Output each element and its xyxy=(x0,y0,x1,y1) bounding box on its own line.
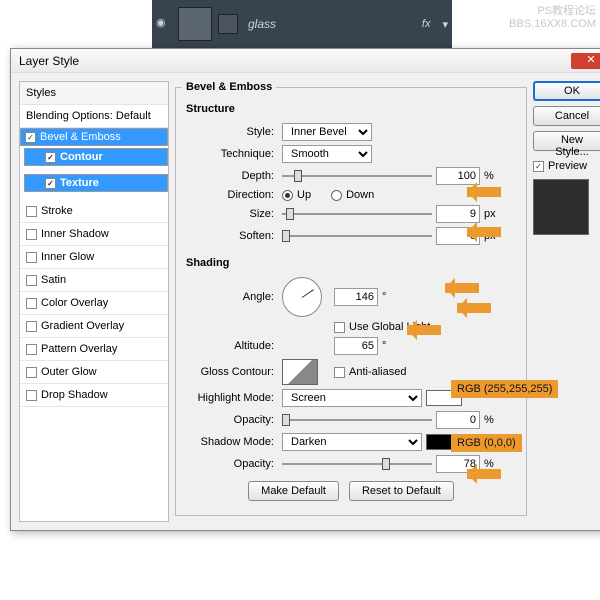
outer-glow-item[interactable]: Outer Glow xyxy=(20,361,168,384)
depth-slider[interactable] xyxy=(282,168,432,184)
technique-select[interactable]: Smooth xyxy=(282,145,372,163)
rgb-annotation: RGB (255,255,255) xyxy=(451,380,558,398)
highlight-mode-label: Highlight Mode: xyxy=(182,392,278,404)
direction-label: Direction: xyxy=(182,189,278,201)
shadow-opacity-label: Opacity: xyxy=(182,458,278,470)
gloss-contour-picker[interactable] xyxy=(282,359,318,385)
soften-input[interactable] xyxy=(436,227,480,245)
unit-px: px xyxy=(484,208,502,220)
technique-label: Technique: xyxy=(182,148,278,160)
color-overlay-item[interactable]: Color Overlay xyxy=(20,292,168,315)
highlight-mode-select[interactable]: Screen xyxy=(282,389,422,407)
unit-px: px xyxy=(484,230,502,242)
shadow-mode-label: Shadow Mode: xyxy=(182,436,278,448)
soften-slider[interactable] xyxy=(282,228,432,244)
shadow-opacity-input[interactable] xyxy=(436,455,480,473)
shading-heading: Shading xyxy=(186,257,520,269)
preview-swatch xyxy=(533,179,589,235)
size-input[interactable] xyxy=(436,205,480,223)
size-label: Size: xyxy=(182,208,278,220)
global-light-label: Use Global Light xyxy=(349,321,430,333)
shadow-mode-select[interactable]: Darken xyxy=(282,433,422,451)
drop-shadow-item[interactable]: Drop Shadow xyxy=(20,384,168,407)
altitude-input[interactable] xyxy=(334,337,378,355)
cancel-button[interactable]: Cancel xyxy=(533,106,600,126)
structure-heading: Structure xyxy=(186,103,520,115)
size-slider[interactable] xyxy=(282,206,432,222)
styles-header[interactable]: Styles xyxy=(20,82,168,105)
action-buttons: OK Cancel New Style... ✓ Preview xyxy=(533,81,600,522)
texture-item[interactable]: ✓Texture xyxy=(24,174,168,192)
checkbox-icon[interactable] xyxy=(26,206,37,217)
up-radio[interactable] xyxy=(282,190,293,201)
reset-default-button[interactable]: Reset to Default xyxy=(349,481,454,501)
checkbox-icon[interactable]: ✓ xyxy=(45,178,56,189)
depth-input[interactable] xyxy=(436,167,480,185)
checkbox-icon[interactable] xyxy=(26,298,37,309)
anti-aliased-checkbox[interactable] xyxy=(334,367,345,378)
bevel-legend: Bevel & Emboss xyxy=(182,81,276,93)
style-select[interactable]: Inner Bevel xyxy=(282,123,372,141)
altitude-label: Altitude: xyxy=(182,340,278,352)
checkbox-icon[interactable] xyxy=(26,229,37,240)
gradient-overlay-item[interactable]: Gradient Overlay xyxy=(20,315,168,338)
layer-panel-row: ◉ glass fx ▾ xyxy=(152,0,452,48)
inner-shadow-item[interactable]: Inner Shadow xyxy=(20,223,168,246)
layer-style-dialog: Layer Style ✕ Styles Blending Options: D… xyxy=(10,48,600,531)
rgb-annotation: RGB (0,0,0) xyxy=(451,434,522,452)
blending-options-item[interactable]: Blending Options: Default xyxy=(20,105,168,128)
shadow-opacity-slider[interactable] xyxy=(282,456,432,472)
angle-label: Angle: xyxy=(182,291,278,303)
mask-thumbnail[interactable] xyxy=(218,14,238,34)
anti-aliased-label: Anti-aliased xyxy=(349,366,406,378)
fx-badge[interactable]: fx xyxy=(422,18,431,30)
soften-label: Soften: xyxy=(182,230,278,242)
unit-percent: % xyxy=(484,170,502,182)
checkbox-icon[interactable] xyxy=(26,321,37,332)
highlight-opacity-label: Opacity: xyxy=(182,414,278,426)
new-style-button[interactable]: New Style... xyxy=(533,131,600,151)
contour-item[interactable]: ✓Contour xyxy=(24,148,168,166)
global-light-checkbox[interactable] xyxy=(334,322,345,333)
bevel-emboss-item[interactable]: ✓Bevel & Emboss xyxy=(20,128,168,146)
checkbox-icon[interactable] xyxy=(26,252,37,263)
layer-thumbnail[interactable] xyxy=(178,7,212,41)
checkbox-icon[interactable] xyxy=(26,367,37,378)
chevron-down-icon[interactable]: ▾ xyxy=(442,18,448,31)
highlight-opacity-input[interactable] xyxy=(436,411,480,429)
stroke-item[interactable]: Stroke xyxy=(20,200,168,223)
visibility-icon[interactable]: ◉ xyxy=(156,16,172,32)
dialog-title: Layer Style xyxy=(19,54,79,68)
angle-input[interactable] xyxy=(334,288,378,306)
inner-glow-item[interactable]: Inner Glow xyxy=(20,246,168,269)
close-button[interactable]: ✕ xyxy=(571,53,600,69)
highlight-opacity-slider[interactable] xyxy=(282,412,432,428)
satin-item[interactable]: Satin xyxy=(20,269,168,292)
preview-checkbox[interactable]: ✓ xyxy=(533,161,544,172)
checkbox-icon[interactable]: ✓ xyxy=(25,132,36,143)
styles-list: Styles Blending Options: Default ✓Bevel … xyxy=(19,81,169,522)
checkbox-icon[interactable] xyxy=(26,390,37,401)
checkbox-icon[interactable]: ✓ xyxy=(45,152,56,163)
style-label: Style: xyxy=(182,126,278,138)
settings-panel: Bevel & Emboss Structure Style: Inner Bev… xyxy=(175,81,527,522)
checkbox-icon[interactable] xyxy=(26,275,37,286)
gloss-contour-label: Gloss Contour: xyxy=(182,366,278,378)
make-default-button[interactable]: Make Default xyxy=(248,481,339,501)
titlebar: Layer Style ✕ xyxy=(11,49,600,73)
angle-dial[interactable] xyxy=(282,277,322,317)
layer-name[interactable]: glass xyxy=(248,17,416,31)
watermark: PS教程论坛BBS.16XX8.COM xyxy=(509,2,596,30)
preview-label: Preview xyxy=(548,160,587,172)
ok-button[interactable]: OK xyxy=(533,81,600,101)
depth-label: Depth: xyxy=(182,170,278,182)
down-radio[interactable] xyxy=(331,190,342,201)
checkbox-icon[interactable] xyxy=(26,344,37,355)
pattern-overlay-item[interactable]: Pattern Overlay xyxy=(20,338,168,361)
